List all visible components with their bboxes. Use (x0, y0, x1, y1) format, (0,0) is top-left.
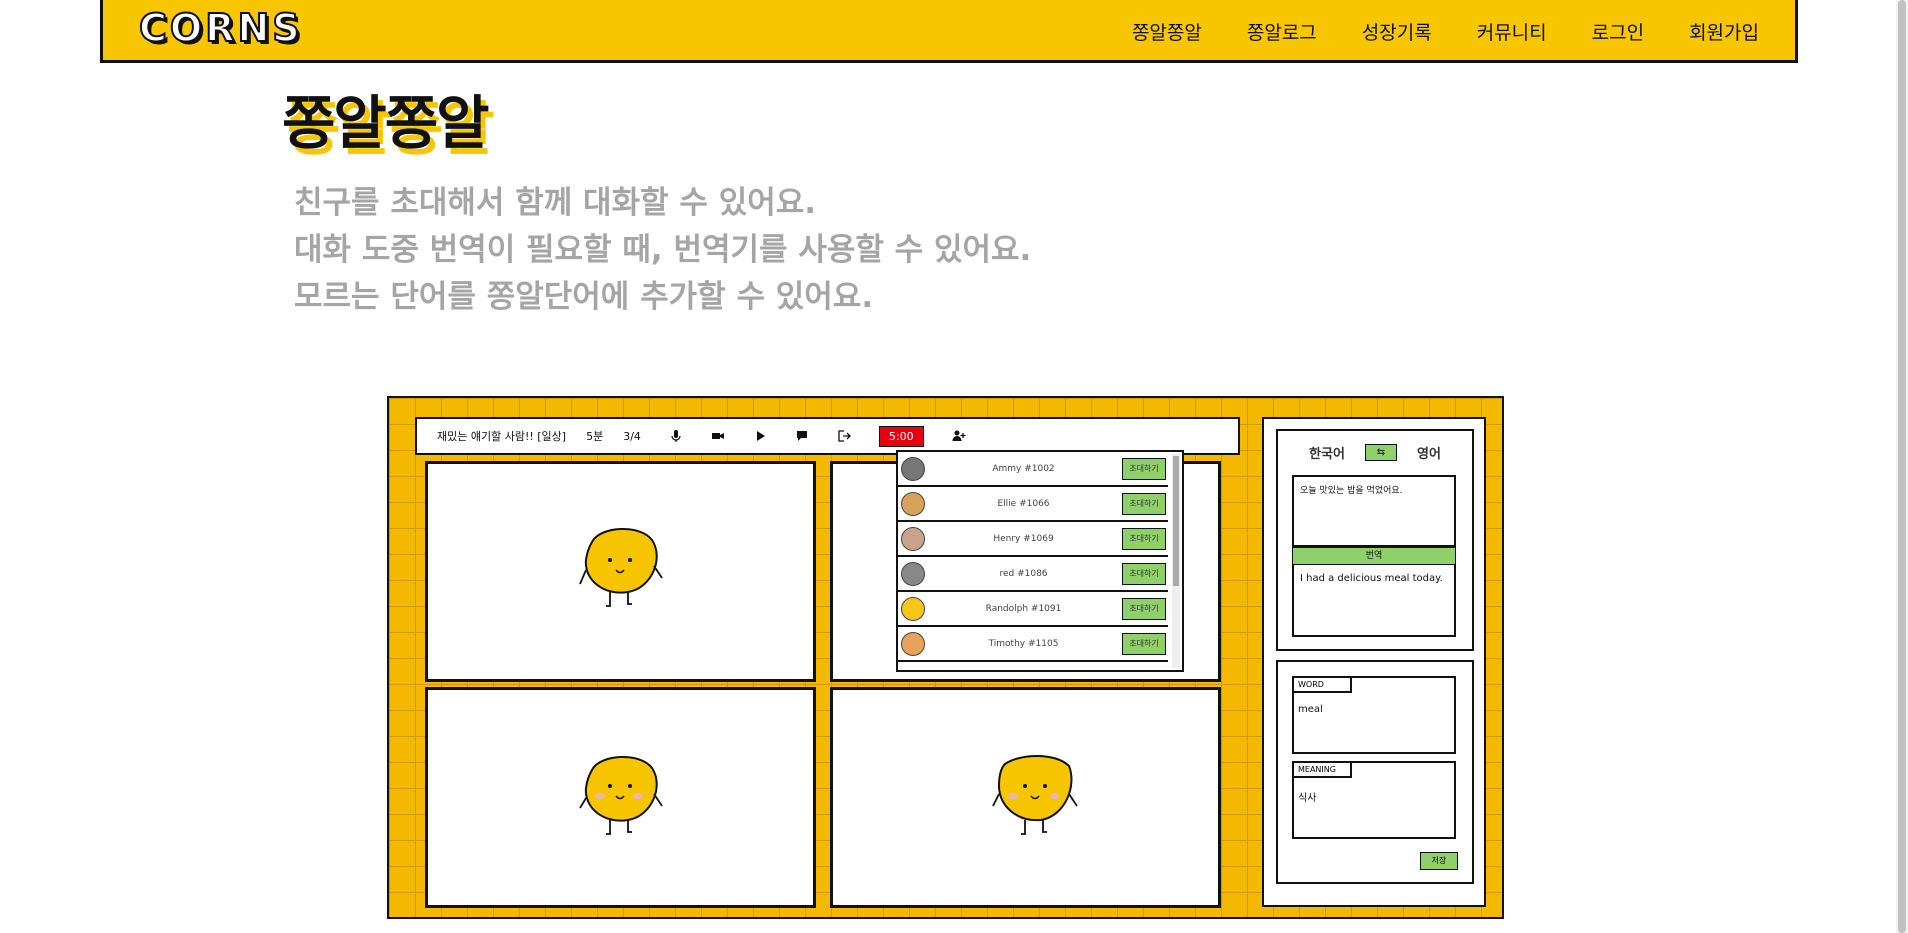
play-icon[interactable] (753, 429, 767, 443)
tools-panel: 한국어 ⇆ 영어 오늘 맛있는 밥을 먹었어요. 번역 I had a deli… (1262, 417, 1486, 907)
page-scrollbar-thumb[interactable] (1898, 0, 1906, 933)
list-item: Randolph #1091 초대하기 (898, 592, 1168, 627)
friend-name: Henry #1069 (993, 533, 1054, 544)
room-name: 재밌는 얘기할 사람!! [일상] (437, 430, 567, 443)
invite-button[interactable]: 초대하기 (1122, 597, 1166, 620)
list-item: Henry #1069 초대하기 (898, 522, 1168, 557)
scrollbar-thumb[interactable] (1173, 456, 1179, 586)
top-navbar: CORNS 쫑알쫑알 쫑알로그 성장기록 커뮤니티 로그인 회원가입 (100, 0, 1798, 63)
add-user-icon[interactable] (952, 429, 966, 443)
invite-button[interactable]: 초대하기 (1122, 492, 1166, 515)
corn-mascot-icon (992, 755, 1078, 835)
nav-menu: 쫑알쫑알 쫑알로그 성장기록 커뮤니티 로그인 회원가입 (1087, 18, 1759, 45)
translator-box: 한국어 ⇆ 영어 오늘 맛있는 밥을 먹었어요. 번역 I had a deli… (1276, 429, 1474, 651)
leave-room-icon[interactable] (837, 429, 851, 443)
friend-name: Timothy #1105 (988, 638, 1059, 649)
avatar (901, 596, 925, 621)
video-camera-icon[interactable] (711, 429, 725, 443)
meaning-field[interactable]: MEANING 식사 (1292, 761, 1456, 839)
meaning-label: MEANING (1292, 761, 1352, 778)
nav-item-jjongal[interactable]: 쫑알쫑알 (1132, 18, 1202, 45)
nav-item-login[interactable]: 로그인 (1592, 18, 1644, 45)
list-item: red #1086 초대하기 (898, 557, 1168, 592)
word-value: meal (1298, 704, 1323, 715)
corn-mascot-icon (579, 527, 663, 607)
friend-invite-list[interactable]: Ammy #1002 초대하기 Ellie #1066 초대하기 Henry #… (896, 450, 1184, 672)
demo-board: 재밌는 얘기할 사람!! [일상] 5분 3/4 5:00 Ammy #1002… (387, 396, 1504, 919)
brand-logo[interactable]: CORNS (138, 5, 303, 51)
translation-result: I had a delicious meal today. (1292, 565, 1456, 637)
invite-button[interactable]: 초대하기 (1122, 562, 1166, 585)
invite-button[interactable]: 초대하기 (1122, 457, 1166, 480)
invite-button[interactable]: 초대하기 (1122, 632, 1166, 655)
avatar (901, 491, 925, 516)
list-item: Ellie #1066 초대하기 (898, 487, 1168, 522)
page-scrollbar[interactable] (1896, 0, 1908, 933)
save-button[interactable]: 저장 (1420, 852, 1458, 870)
source-language[interactable]: 한국어 (1309, 443, 1345, 462)
word-field[interactable]: WORD meal (1292, 676, 1456, 754)
chat-bubble-icon[interactable] (795, 429, 809, 443)
meaning-value: 식사 (1298, 793, 1317, 804)
feature-description: 친구를 초대해서 함께 대화할 수 있어요. 대화 도중 번역이 필요할 때, … (294, 180, 1031, 321)
avatar (901, 561, 925, 586)
source-text-input[interactable]: 오늘 맛있는 밥을 먹었어요. (1292, 475, 1456, 547)
description-line: 대화 도중 번역이 필요할 때, 번역기를 사용할 수 있어요. (294, 232, 1032, 268)
video-tile (830, 687, 1221, 908)
vocab-box: WORD meal MEANING 식사 저장 (1276, 660, 1474, 884)
page-title: 쫑알쫑알 (282, 89, 489, 157)
friend-name: Ammy #1002 (992, 463, 1055, 474)
translate-button[interactable]: 번역 (1292, 547, 1456, 565)
countdown-timer: 5:00 (878, 425, 924, 447)
video-tile (425, 687, 816, 908)
corn-mascot-icon (579, 755, 663, 835)
nav-item-growth[interactable]: 성장기록 (1362, 18, 1432, 45)
description-line: 친구를 초대해서 함께 대화할 수 있어요. (294, 185, 817, 221)
description-line: 모르는 단어를 쫑알단어에 추가할 수 있어요. (294, 279, 874, 315)
nav-item-community[interactable]: 커뮤니티 (1477, 18, 1547, 45)
avatar (901, 456, 925, 481)
nav-item-signup[interactable]: 회원가입 (1689, 18, 1759, 45)
target-language[interactable]: 영어 (1417, 443, 1441, 462)
avatar (901, 631, 925, 656)
friend-name: Randolph #1091 (985, 603, 1062, 614)
word-label: WORD (1292, 676, 1352, 693)
swap-arrows-icon[interactable]: ⇆ (1364, 444, 1397, 461)
avatar (901, 526, 925, 551)
friend-name: Ellie #1066 (997, 498, 1050, 509)
friend-name: red #1086 (999, 568, 1048, 579)
language-selector: 한국어 ⇆ 영어 (1278, 443, 1472, 462)
duration-label: 5분 (586, 430, 604, 443)
invite-button[interactable]: 초대하기 (1122, 527, 1166, 550)
video-tile (425, 461, 816, 682)
list-item: Timothy #1105 초대하기 (898, 627, 1168, 662)
microphone-icon[interactable] (669, 429, 683, 443)
list-scrollbar[interactable] (1172, 454, 1180, 668)
nav-item-jjongallog[interactable]: 쫑알로그 (1247, 18, 1317, 45)
list-item: Ammy #1002 초대하기 (898, 452, 1168, 487)
participant-count: 3/4 (623, 429, 641, 443)
